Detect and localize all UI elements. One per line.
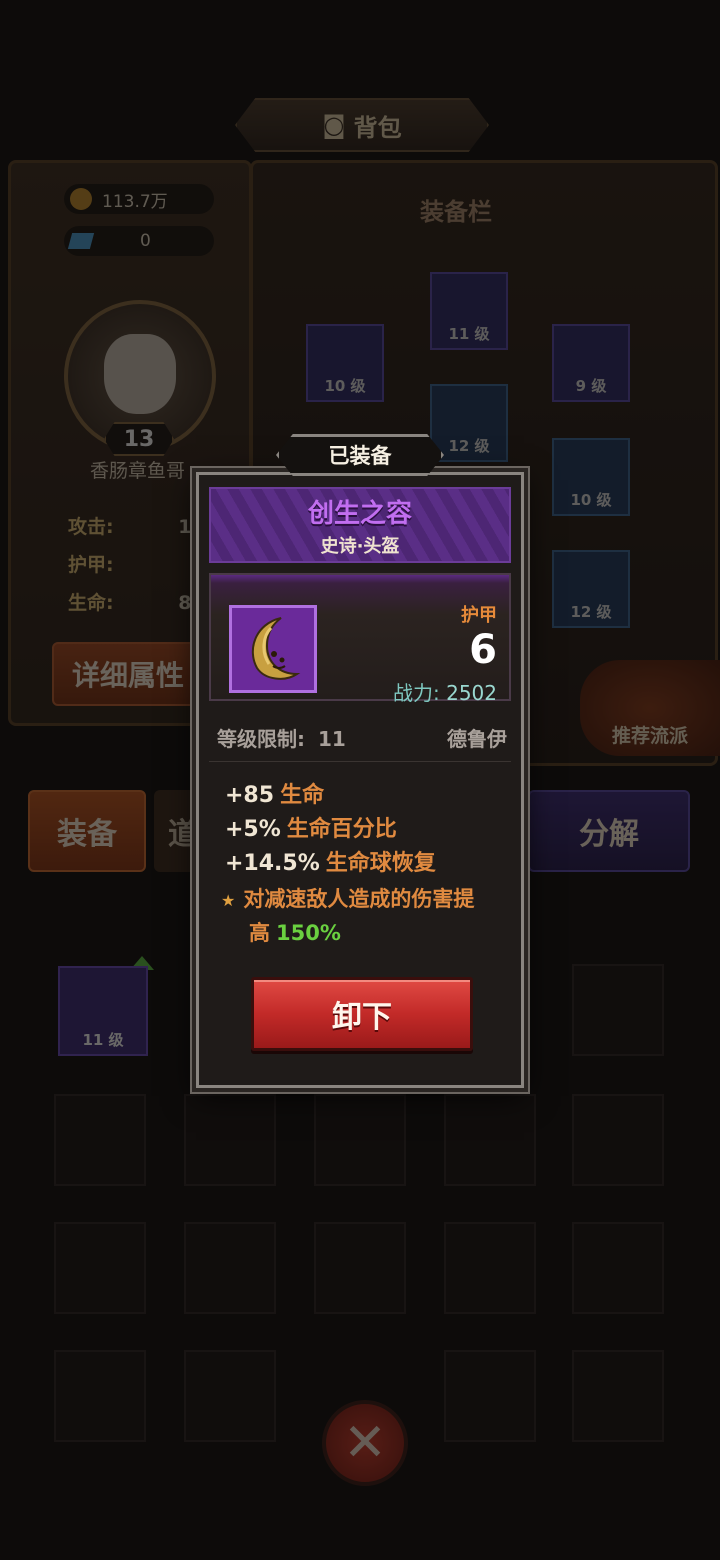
bonus-stat-name: 生命球恢复 [325,851,436,876]
player-level-badge: 13 [104,422,174,456]
page-title: 背包 [353,113,402,142]
item-type: 史诗·头盔 [320,535,400,557]
recommend-label: 推荐流派 [611,725,688,747]
inventory-item[interactable]: 11 级 [58,966,148,1056]
title-banner: ◙ 背包 [235,98,489,152]
slot-level: 10 级 [324,377,366,395]
item-level: 11 级 [82,1031,124,1049]
power-label: 战力: [392,681,440,705]
inventory-cell[interactable] [54,1094,146,1186]
equipment-slot-helmet[interactable]: 11 级 [430,272,508,350]
gold-counter: 113.7万 [64,184,214,214]
item-detail-popup: 创生之容 史诗·头盔 护甲 6 战力: 2502 等级限制: 11 德鲁伊 +8… [196,472,524,1088]
backpack-icon: ◙ [322,111,346,139]
equipment-slot-weapon[interactable]: 12 级 [552,550,630,628]
bonus-stat: +14.5% 生命球恢复 [225,845,436,877]
player-name: 香肠章鱼哥 [89,460,185,482]
equipment-slots-title: 装备栏 [420,198,492,226]
inventory-cell[interactable] [444,1350,536,1442]
special-effect-text-cont: 高 [249,921,270,945]
coin-icon [70,188,92,210]
equipped-tag: 已装备 [276,434,444,476]
bonus-value: +85 [225,783,275,808]
crescent-moon-helmet-icon [252,617,301,680]
stat-attack: 攻击: 14 [68,512,205,539]
star-icon: ★ [221,891,236,910]
tab-equipment[interactable]: 装备 [28,790,146,872]
bonus-stat: +5% 生命百分比 [225,811,397,843]
gold-amount: 113.7万 [102,191,168,212]
stat-armor: 护甲: 3 [68,550,203,577]
close-icon[interactable]: ✕ [322,1400,408,1486]
item-name: 创生之容 [307,498,412,529]
item-info-box: 护甲 6 战力: 2502 [209,573,511,705]
inventory-cell[interactable] [572,964,664,1056]
main-stat-type: 护甲 [461,605,497,626]
power-value: 2502 [446,681,497,705]
stat-label: 护甲: [68,554,114,576]
character-portrait [104,334,176,414]
gem-icon [67,233,95,249]
equipment-slot-ring[interactable]: 10 级 [552,438,630,516]
inventory-cell[interactable] [572,1222,664,1314]
unequip-button[interactable]: 卸下 [251,977,473,1051]
inventory-cell[interactable] [572,1350,664,1442]
slot-level: 11 级 [448,325,490,343]
stat-health: 生命: 85 [68,588,205,615]
slot-level: 10 级 [570,491,612,509]
inventory-cell[interactable] [54,1222,146,1314]
inventory-cell[interactable] [444,1094,536,1186]
combat-power: 战力: 2502 [393,677,497,706]
inventory-cell[interactable] [314,1094,406,1186]
item-header: 创生之容 史诗·头盔 [209,487,511,563]
inventory-cell[interactable] [184,1094,276,1186]
gem-amount: 0 [140,231,151,251]
slot-level: 12 级 [448,437,490,455]
bonus-stat-name: 生命 [280,783,325,808]
bonus-stat-name: 生命百分比 [286,817,397,842]
bonus-value: +14.5% [225,851,320,876]
equipment-slot-armor[interactable]: 10 级 [306,324,384,402]
equipment-slot-chest[interactable]: 12 级 [430,384,508,462]
inventory-cell[interactable] [184,1350,276,1442]
stat-label: 攻击: [68,516,114,538]
level-requirement-label: 等级限制: [217,727,305,751]
bonus-stat: +85 生命 [225,777,324,809]
slot-level: 9 级 [575,377,607,395]
main-stat-value: 6 [469,627,497,673]
class-restriction: 德鲁伊 [447,727,507,751]
special-effect-text: 对减速敌人造成的伤害提 [243,887,475,911]
level-requirement-value: 11 [317,727,346,751]
stat-label: 生命: [68,592,114,614]
inventory-cell[interactable] [572,1094,664,1186]
item-icon-frame [229,605,317,693]
gem-counter: 0 [64,226,214,256]
detail-attributes-button[interactable]: 详细属性 [52,642,202,706]
divider [209,761,511,762]
item-meta-row: 等级限制: 11 德鲁伊 [217,723,507,752]
bonus-value: +5% [225,817,281,842]
inventory-cell[interactable] [184,1222,276,1314]
decompose-button[interactable]: 分解 [528,790,690,872]
slot-level: 12 级 [570,603,612,621]
recommend-build-button[interactable]: 推荐流派 [580,660,720,756]
inventory-cell[interactable] [314,1222,406,1314]
special-effect: ★ 对减速敌人造成的伤害提 高 150% [221,883,511,949]
inventory-cell[interactable] [54,1350,146,1442]
equipment-slot-amulet[interactable]: 9 级 [552,324,630,402]
special-effect-percent: 150% [276,921,341,945]
inventory-cell[interactable] [444,1222,536,1314]
